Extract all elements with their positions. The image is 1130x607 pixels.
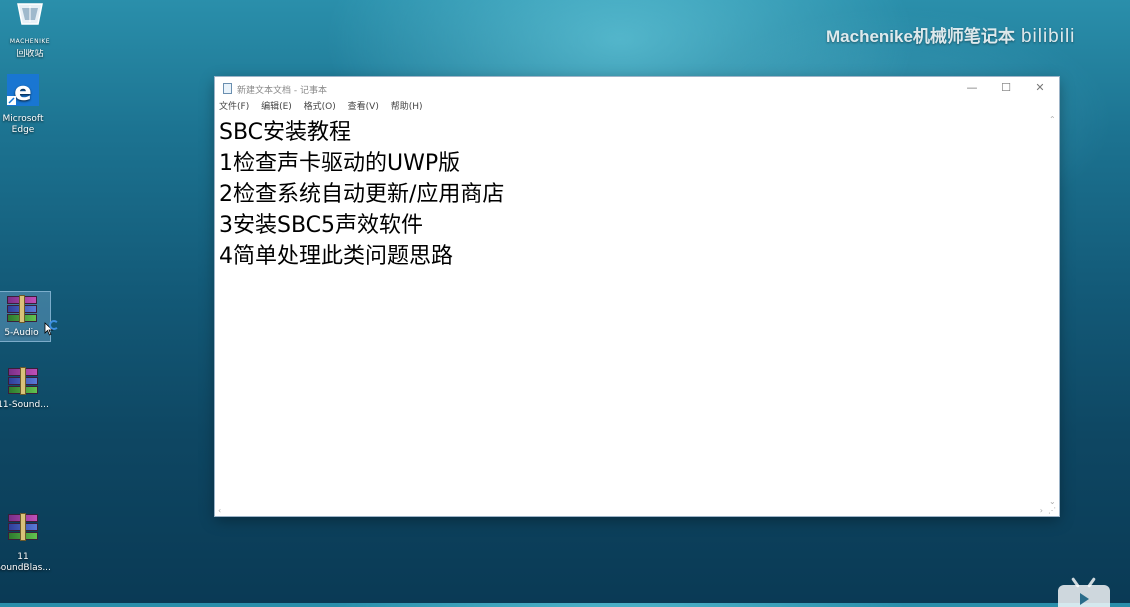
menu-view[interactable]: 查看(V) (348, 99, 379, 115)
text-line: 1检查声卡驱动的UWP版 (219, 151, 461, 176)
edge-label: Microsoft Edge (2, 114, 44, 135)
text-editor[interactable]: SBC安装教程 1检查声卡驱动的UWP版 2检查系统自动更新/应用商店 3安装S… (215, 115, 1047, 506)
notepad-icon (223, 83, 232, 94)
edge-shortcut[interactable]: e Microsoft Edge (0, 72, 53, 136)
scroll-down-icon[interactable]: ⌄ (1049, 497, 1056, 506)
notepad-window[interactable]: 新建文本文档 - 记事本 — ☐ ✕ 文件(F) 编辑(E) 格式(O) 查看(… (215, 77, 1059, 516)
title-bar[interactable]: 新建文本文档 - 记事本 — ☐ ✕ (215, 77, 1059, 99)
resize-grip-icon[interactable]: ⋰ (1048, 506, 1056, 515)
soundblaster-archive-file[interactable]: 11 SoundBlas... (0, 513, 53, 574)
winrar-archive-icon (6, 295, 37, 323)
menu-bar: 文件(F) 编辑(E) 格式(O) 查看(V) 帮助(H) (215, 99, 1059, 115)
watermark-text: Machenike机械师笔记本 (826, 27, 1015, 46)
recycle-bin-icon[interactable]: MACHENIKE 回收站 (0, 0, 60, 60)
machenike-logo-icon (17, 3, 43, 25)
text-line: 3安装SBC5声效软件 (219, 213, 424, 238)
sound-archive-label: 11-Sound... (0, 400, 49, 410)
machenike-logo-text: MACHENIKE (9, 38, 51, 45)
window-title: 新建文本文档 - 记事本 (237, 86, 327, 96)
vertical-scrollbar[interactable]: ⌃ ⌄ (1047, 115, 1059, 506)
winrar-archive-icon (8, 367, 38, 395)
bilibili-logo: bilibili (1020, 26, 1076, 47)
menu-file[interactable]: 文件(F) (219, 99, 249, 115)
minimize-button[interactable]: — (957, 79, 987, 97)
horizontal-scrollbar[interactable]: ‹ › ⋰ (215, 506, 1059, 516)
audio-archive-file[interactable]: 5-Audio (0, 291, 51, 342)
svg-text:e: e (14, 77, 32, 107)
maximize-button[interactable]: ☐ (991, 79, 1021, 97)
audio-archive-label: 5-Audio (4, 328, 39, 338)
menu-edit[interactable]: 编辑(E) (261, 99, 292, 115)
menu-format[interactable]: 格式(O) (304, 99, 336, 115)
scroll-up-icon[interactable]: ⌃ (1049, 115, 1056, 124)
text-line: SBC安装教程 (219, 120, 352, 145)
menu-help[interactable]: 帮助(H) (391, 99, 423, 115)
bilibili-tv-icon (1058, 577, 1110, 607)
close-button[interactable]: ✕ (1025, 79, 1055, 97)
scroll-left-icon[interactable]: ‹ (218, 506, 221, 515)
edge-icon: e (7, 74, 39, 107)
text-line: 4简单处理此类问题思路 (219, 244, 453, 269)
recycle-bin-label: 回收站 (16, 49, 44, 59)
busy-spinner-icon (49, 320, 59, 330)
text-line: 2检查系统自动更新/应用商店 (219, 182, 505, 207)
soundblaster-label-line1: 11 (17, 552, 29, 562)
scroll-right-icon[interactable]: › (1040, 506, 1043, 515)
sound-archive-file[interactable]: 11-Sound... (0, 367, 53, 411)
soundblaster-label-line2: SoundBlas... (0, 563, 51, 573)
channel-watermark: Machenike机械师笔记本 bilibili (826, 22, 1075, 48)
winrar-archive-icon (8, 513, 38, 541)
